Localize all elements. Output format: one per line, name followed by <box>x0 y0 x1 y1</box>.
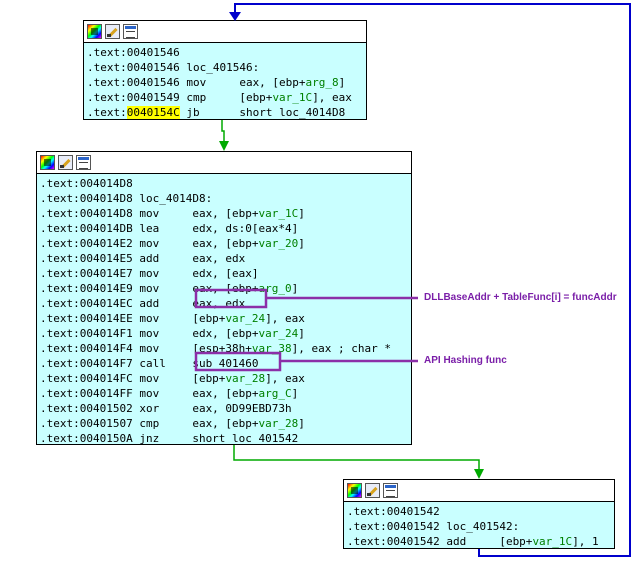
edge-taken-arrowhead <box>219 141 229 151</box>
annotation-box-sub-401460 <box>194 351 282 372</box>
edge-taken-line <box>221 120 225 143</box>
annotation-box-eax-edx <box>194 288 268 309</box>
back-edge-line <box>234 3 631 557</box>
back-edge-arrowhead <box>229 12 241 21</box>
edge-jnz-line <box>233 445 480 471</box>
edge-jnz-arrowhead <box>474 469 484 479</box>
graph-edges <box>194 3 631 557</box>
